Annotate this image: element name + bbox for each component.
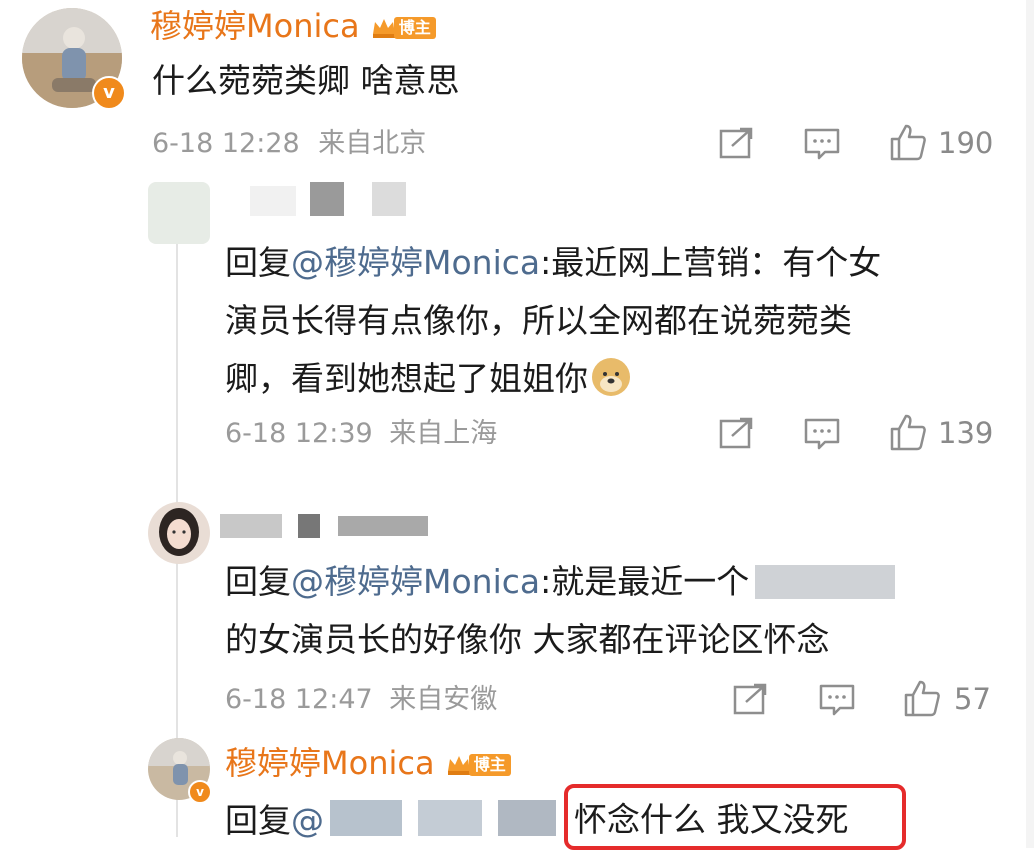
reply-2-text: 回复@穆婷婷Monica:就是最近一个 的女演员长的好像你 大家都在评论区怀念 xyxy=(225,553,1015,669)
reply-icon[interactable] xyxy=(803,416,841,452)
mention-link[interactable]: @ xyxy=(291,801,324,840)
reply-prefix: 回复 xyxy=(225,243,291,282)
highlighted-reply-text: 怀念什么 我又没死 xyxy=(574,800,849,839)
blurred-username xyxy=(250,186,296,216)
comment-location: 来自北京 xyxy=(318,128,427,159)
blurred-mention xyxy=(330,800,402,836)
blurred-username xyxy=(372,182,406,216)
comment-meta: 6-18 12:28 来自北京 xyxy=(152,127,426,161)
comment-time: 6-18 12:28 xyxy=(152,128,300,159)
mention-link[interactable]: @穆婷婷Monica xyxy=(291,562,540,601)
blurred-username xyxy=(338,516,428,536)
share-icon[interactable] xyxy=(732,682,770,716)
reply-icon[interactable] xyxy=(803,126,841,162)
blurred-mention xyxy=(498,800,556,836)
like-icon[interactable] xyxy=(888,122,928,162)
blurred-username xyxy=(298,514,320,538)
verified-badge-icon: v xyxy=(92,76,126,110)
share-icon[interactable] xyxy=(718,126,756,160)
comment-text: 什么菀菀类卿 啥意思 xyxy=(152,61,460,100)
blurred-username xyxy=(220,514,282,538)
reply-avatar-blurred[interactable] xyxy=(148,182,210,244)
comment-author[interactable]: 穆婷婷Monica 博主 xyxy=(150,6,436,46)
like-count: 190 xyxy=(938,126,994,160)
blogger-badge: 博主 xyxy=(370,13,436,43)
verified-badge-icon: v xyxy=(188,780,212,804)
reply-2-meta: 6-18 12:47 来自安徽 xyxy=(225,684,498,715)
reply-avatar[interactable] xyxy=(148,502,210,564)
reply-3-text: 回复@ xyxy=(225,801,324,840)
like-icon[interactable] xyxy=(888,412,928,452)
like-count: 139 xyxy=(938,416,994,450)
blurred-name xyxy=(755,565,896,599)
reply-3-author[interactable]: 穆婷婷Monica 博主 xyxy=(225,743,511,783)
blurred-username xyxy=(310,182,344,216)
author-name[interactable]: 穆婷婷Monica xyxy=(150,7,360,45)
scrollbar[interactable] xyxy=(1026,0,1034,848)
blogger-badge: 博主 xyxy=(445,750,511,780)
blurred-mention xyxy=(418,800,482,836)
reply-icon[interactable] xyxy=(818,682,856,718)
like-icon[interactable] xyxy=(902,678,942,718)
share-icon[interactable] xyxy=(718,416,756,450)
doge-emoji xyxy=(592,358,630,396)
like-count: 57 xyxy=(954,682,991,716)
reply-1-meta: 6-18 12:39 来自上海 xyxy=(225,418,498,449)
reply-1-text: 回复@穆婷婷Monica:最近网上营销：有个女 演员长得有点像你，所以全网都在说… xyxy=(225,243,882,398)
mention-link[interactable]: @穆婷婷Monica xyxy=(291,243,540,282)
